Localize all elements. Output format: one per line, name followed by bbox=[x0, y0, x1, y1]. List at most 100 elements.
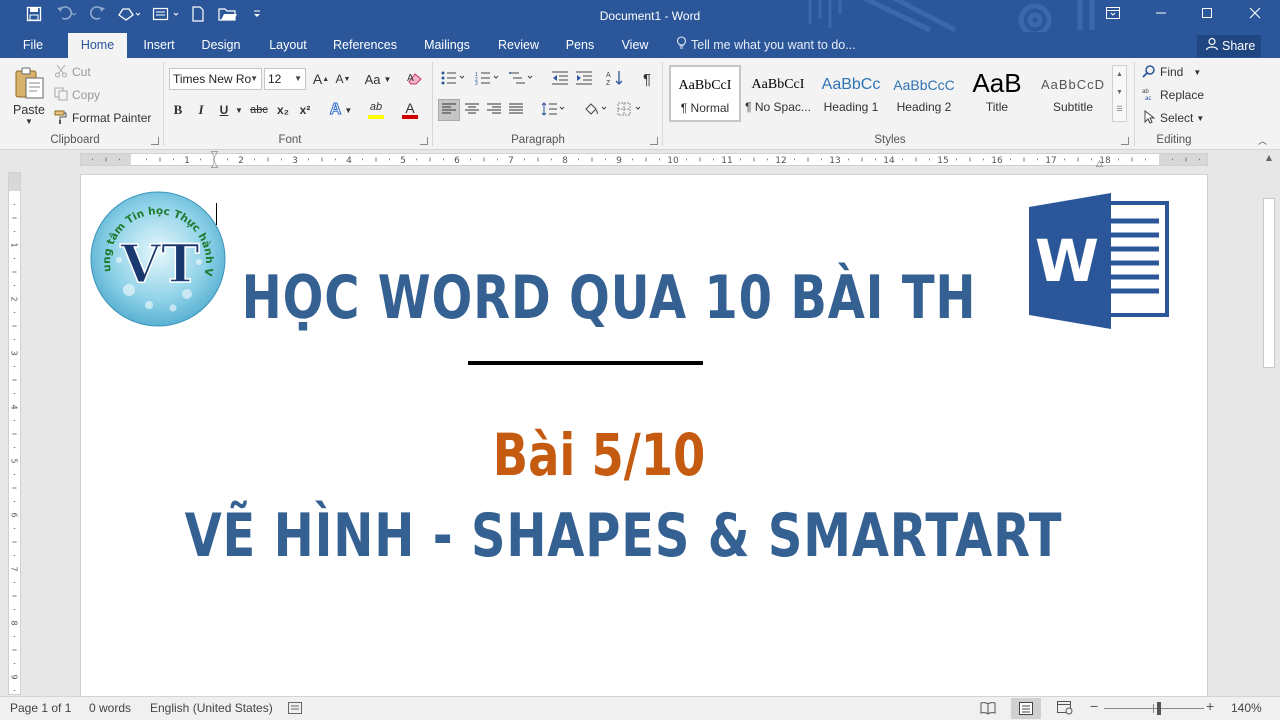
tell-me-search[interactable]: Tell me what you want to do... bbox=[676, 32, 856, 58]
zoom-slider-thumb[interactable] bbox=[1157, 702, 1161, 715]
superscript-button[interactable]: x² bbox=[295, 99, 315, 121]
read-mode-button[interactable] bbox=[980, 701, 996, 718]
web-layout-button[interactable] bbox=[1057, 701, 1073, 718]
vertical-ruler[interactable]: 1 2 3 4 5 6 7 8 9 bbox=[8, 172, 21, 695]
styles-dialog-launcher[interactable] bbox=[1121, 137, 1129, 145]
align-right-button[interactable] bbox=[484, 99, 504, 121]
shrink-font-button[interactable]: A ▼ bbox=[334, 68, 352, 90]
tab-file[interactable]: File bbox=[14, 32, 52, 58]
decrease-indent-button[interactable] bbox=[550, 68, 570, 90]
bullets-button[interactable] bbox=[438, 68, 470, 90]
close-button[interactable] bbox=[1232, 0, 1278, 30]
print-layout-view-button[interactable] bbox=[1011, 698, 1041, 719]
minimize-button[interactable] bbox=[1138, 0, 1184, 30]
vertical-scrollbar[interactable]: ▲ bbox=[1260, 150, 1278, 696]
select-button[interactable]: Select ▼ bbox=[1142, 108, 1204, 128]
change-case-button[interactable]: Aa ▼ bbox=[362, 68, 394, 90]
increase-indent-button[interactable] bbox=[574, 68, 594, 90]
paste-button[interactable]: Paste ▼ bbox=[8, 62, 50, 130]
find-button[interactable]: Find ▼ bbox=[1142, 62, 1201, 82]
cut-button[interactable]: Cut bbox=[54, 62, 91, 82]
tab-references[interactable]: References bbox=[330, 32, 400, 58]
font-color-button[interactable]: A bbox=[395, 99, 425, 121]
horizontal-ruler[interactable]: 1 2 3 4 5 6 7 8 9 10 11 12 13 14 15 16 17 18 ▽ △ △ bbox=[80, 150, 1208, 170]
scroll-up-arrow[interactable]: ▲ bbox=[1263, 153, 1275, 165]
first-line-indent-marker[interactable]: ▽ bbox=[211, 150, 218, 160]
tab-insert[interactable]: Insert bbox=[137, 32, 181, 58]
tab-layout[interactable]: Layout bbox=[262, 32, 314, 58]
replace-button[interactable]: ab ac Replace bbox=[1142, 85, 1204, 105]
style-no-spacing[interactable]: AaBbCcI ¶ No Spac... bbox=[742, 65, 814, 122]
save-button[interactable] bbox=[22, 0, 46, 32]
ruler-number: 1 bbox=[184, 156, 190, 165]
print-layout-button[interactable] bbox=[150, 0, 182, 32]
zoom-out-button[interactable]: − bbox=[1090, 698, 1098, 714]
show-formatting-marks-button[interactable]: ¶ bbox=[636, 68, 658, 90]
text-effects-button[interactable]: A ▼ bbox=[325, 99, 357, 121]
tab-review[interactable]: Review bbox=[492, 32, 545, 58]
book-icon bbox=[980, 702, 996, 718]
tab-pens[interactable]: Pens bbox=[560, 32, 600, 58]
right-indent-marker[interactable]: △ bbox=[1096, 159, 1103, 169]
justify-button[interactable] bbox=[506, 99, 526, 121]
paragraph-dialog-launcher[interactable] bbox=[650, 137, 658, 145]
clipboard-dialog-launcher[interactable] bbox=[151, 137, 159, 145]
page-count[interactable]: Page 1 of 1 bbox=[10, 701, 71, 715]
person-icon bbox=[1205, 36, 1219, 58]
underline-dropdown[interactable]: ▼ bbox=[233, 99, 245, 121]
underline-button[interactable]: U bbox=[215, 99, 233, 121]
word-count[interactable]: 0 words bbox=[89, 701, 131, 715]
styles-gallery-scroll[interactable]: ▲ ▼ ☰ bbox=[1112, 65, 1127, 122]
style-title[interactable]: AaB Title bbox=[961, 65, 1033, 122]
new-document-button[interactable] bbox=[188, 0, 208, 32]
redo-button[interactable] bbox=[88, 0, 108, 32]
multilevel-list-icon bbox=[509, 71, 535, 88]
undo-button[interactable] bbox=[52, 0, 82, 32]
strikethrough-button[interactable]: abc bbox=[247, 99, 271, 121]
tab-design[interactable]: Design bbox=[196, 32, 246, 58]
new-document-icon bbox=[191, 6, 205, 26]
format-painter-button[interactable]: Format Painter bbox=[54, 108, 151, 128]
zoom-level[interactable]: 140% bbox=[1231, 701, 1262, 715]
line-spacing-button[interactable] bbox=[538, 99, 570, 121]
clear-formatting-button[interactable]: A bbox=[404, 68, 426, 90]
macro-recording-button[interactable] bbox=[288, 702, 302, 717]
touch-mode-button[interactable] bbox=[114, 0, 144, 32]
style-subtitle[interactable]: AaBbCcD Subtitle bbox=[1034, 65, 1112, 122]
font-dialog-launcher[interactable] bbox=[420, 137, 428, 145]
ribbon-display-options-button[interactable] bbox=[1090, 0, 1136, 30]
open-button[interactable] bbox=[216, 0, 240, 32]
subscript-button[interactable]: x₂ bbox=[273, 99, 293, 121]
zoom-in-button[interactable]: + bbox=[1206, 698, 1214, 714]
ruler-number: 10 bbox=[667, 156, 679, 165]
maximize-button[interactable] bbox=[1184, 0, 1230, 30]
customize-qat-button[interactable] bbox=[248, 0, 266, 32]
style-heading-1[interactable]: AaBbCc Heading 1 bbox=[815, 65, 887, 122]
numbering-button[interactable]: 123 bbox=[472, 68, 504, 90]
tab-home[interactable]: Home bbox=[68, 33, 127, 58]
borders-button[interactable] bbox=[614, 99, 646, 121]
italic-button[interactable]: I bbox=[192, 99, 210, 121]
style-normal[interactable]: AaBbCcI ¶ Normal bbox=[669, 65, 741, 122]
hanging-indent-marker[interactable]: △ bbox=[211, 160, 218, 170]
style-heading-2[interactable]: AaBbCcC Heading 2 bbox=[888, 65, 960, 122]
multilevel-list-button[interactable] bbox=[506, 68, 538, 90]
language-indicator[interactable]: English (United States) bbox=[150, 701, 273, 715]
share-button[interactable]: Share bbox=[1197, 35, 1261, 57]
align-left-button[interactable] bbox=[438, 99, 460, 121]
highlight-button[interactable]: ab bbox=[359, 99, 393, 121]
collapse-ribbon-button[interactable]: ︿ bbox=[1258, 134, 1267, 147]
font-name-box[interactable]: Times New Ro ▼ bbox=[169, 68, 262, 90]
sort-button[interactable]: AZ bbox=[604, 68, 626, 90]
font-size-box[interactable]: 12 ▼ bbox=[264, 68, 306, 90]
bold-button[interactable]: B bbox=[169, 99, 187, 121]
align-center-button[interactable] bbox=[462, 99, 482, 121]
grow-font-button[interactable]: A ▲ bbox=[312, 68, 330, 90]
document-page[interactable]: Trung tâm Tin học Thực hành VT VT HỌC WO… bbox=[80, 174, 1208, 696]
shading-button[interactable] bbox=[580, 99, 612, 121]
copy-button[interactable]: Copy bbox=[54, 85, 100, 105]
zoom-slider-track[interactable] bbox=[1104, 708, 1204, 709]
tab-mailings[interactable]: Mailings bbox=[417, 32, 477, 58]
tab-view[interactable]: View bbox=[616, 32, 654, 58]
scrollbar-thumb[interactable] bbox=[1263, 198, 1275, 368]
